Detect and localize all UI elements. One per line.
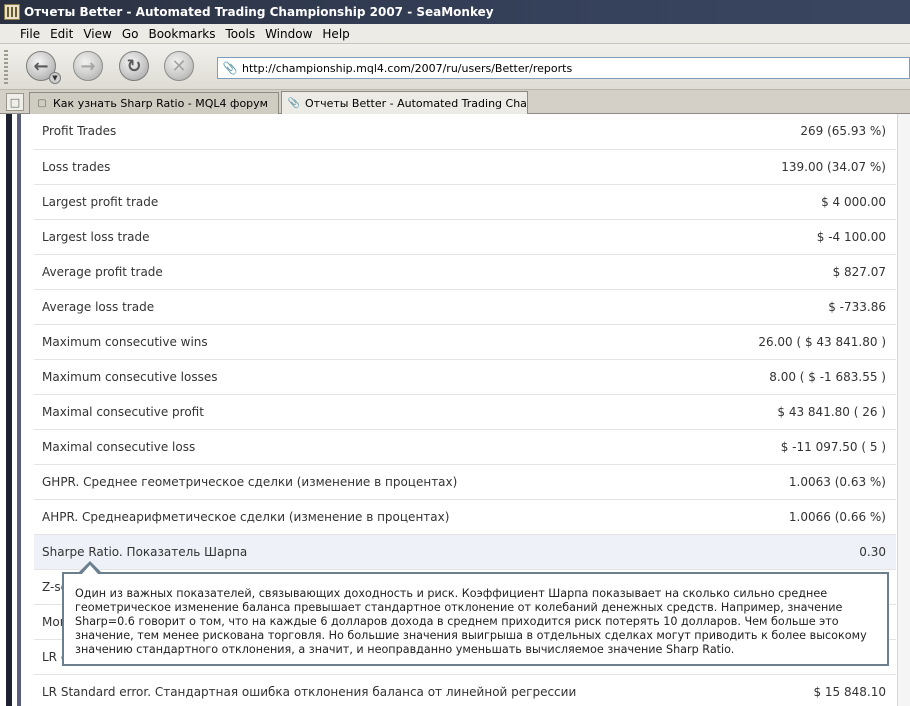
menu-file[interactable]: File xyxy=(15,27,45,41)
page-content: Profit Trades 269 (65.93 %) Loss trades … xyxy=(0,114,910,706)
table-row: AHPR. Среднеарифметическое сделки (измен… xyxy=(34,499,896,535)
stat-value: $ -11 097.50 ( 5 ) xyxy=(715,429,896,465)
stat-value: 1.0063 (0.63 %) xyxy=(715,464,896,500)
table-row-hovered[interactable]: Sharpe Ratio. Показатель Шарпа 0.30 xyxy=(34,534,896,570)
table-row: Maximum consecutive losses 8.00 ( $ -1 6… xyxy=(34,359,896,395)
tab-label: Отчеты Better - Automated Trading Cham..… xyxy=(305,97,528,110)
left-dark-stripe xyxy=(6,114,12,706)
reload-button[interactable]: ↻ xyxy=(119,51,149,81)
stat-label: Loss trades xyxy=(34,149,716,185)
stat-value: 139.00 (34.07 %) xyxy=(715,149,896,185)
title-bar: Отчеты Better - Automated Trading Champi… xyxy=(0,0,910,24)
menu-edit[interactable]: Edit xyxy=(45,27,78,41)
tab-page-icon: ▢ xyxy=(37,98,47,109)
toolbar-grip[interactable] xyxy=(4,50,8,84)
stat-value: $ -733.86 xyxy=(715,289,896,325)
page-icon: 📎 xyxy=(222,61,238,75)
stat-value: $ 15 848.10 xyxy=(715,674,896,706)
stat-value: 26.00 ( $ 43 841.80 ) xyxy=(715,324,896,360)
stat-label: Profit Trades xyxy=(34,114,716,150)
menu-bar: File Edit View Go Bookmarks Tools Window… xyxy=(0,24,910,44)
stat-label: Average profit trade xyxy=(34,254,716,290)
table-row: Maximal consecutive loss $ -11 097.50 ( … xyxy=(34,429,896,465)
new-tab-icon[interactable]: □ xyxy=(6,93,24,111)
forward-arrow-icon: → xyxy=(80,55,96,77)
table-row: Largest loss trade $ -4 100.00 xyxy=(34,219,896,255)
back-dropdown-icon[interactable]: ▼ xyxy=(49,72,61,84)
stat-value: 0.30 xyxy=(715,534,896,570)
stop-icon: ✕ xyxy=(171,55,187,77)
stat-label: LR Standard error. Стандартная ошибка от… xyxy=(34,674,716,706)
stat-label: Maximal consecutive loss xyxy=(34,429,716,465)
table-row: Largest profit trade $ 4 000.00 xyxy=(34,184,896,220)
tab-page-icon: 📎 xyxy=(287,98,301,109)
app-icon xyxy=(4,4,20,20)
tab-bar: □ ▢ Как узнать Sharp Ratio - MQL4 форум … xyxy=(0,90,910,115)
menu-view[interactable]: View xyxy=(78,27,116,41)
menu-go[interactable]: Go xyxy=(117,27,144,41)
stat-value: $ 43 841.80 ( 26 ) xyxy=(715,394,896,430)
navigation-toolbar: ← ▼ → ↻ ✕ 📎 xyxy=(0,44,910,90)
table-row: Maximum consecutive wins 26.00 ( $ 43 84… xyxy=(34,324,896,360)
tab-better-reports[interactable]: 📎 Отчеты Better - Automated Trading Cham… xyxy=(281,91,528,115)
url-bar[interactable]: 📎 xyxy=(217,57,910,79)
stop-button[interactable]: ✕ xyxy=(164,51,194,81)
stat-label: Sharpe Ratio. Показатель Шарпа xyxy=(34,534,716,570)
vertical-scrollbar[interactable] xyxy=(897,114,910,706)
menu-bookmarks[interactable]: Bookmarks xyxy=(143,27,220,41)
forward-button[interactable]: → xyxy=(73,51,103,81)
reload-icon: ↻ xyxy=(126,55,142,77)
back-arrow-icon: ← xyxy=(33,55,49,77)
window-title: Отчеты Better - Automated Trading Champi… xyxy=(24,5,494,19)
back-button[interactable]: ← ▼ xyxy=(26,51,61,84)
url-input[interactable] xyxy=(242,61,902,75)
stat-label: Average loss trade xyxy=(34,289,716,325)
stat-label: Maximum consecutive wins xyxy=(34,324,716,360)
table-row: Profit Trades 269 (65.93 %) xyxy=(34,114,896,150)
stat-label: Maximum consecutive losses xyxy=(34,359,716,395)
table-row: Maximal consecutive profit $ 43 841.80 (… xyxy=(34,394,896,430)
stat-value: 269 (65.93 %) xyxy=(715,114,896,150)
tab-sharp-ratio-forum[interactable]: ▢ Как узнать Sharp Ratio - MQL4 форум xyxy=(29,92,279,114)
stat-label: AHPR. Среднеарифметическое сделки (измен… xyxy=(34,499,716,535)
table-row: Average loss trade $ -733.86 xyxy=(34,289,896,325)
stat-label: Largest loss trade xyxy=(34,219,716,255)
left-decoration xyxy=(0,114,34,706)
tab-label: Как узнать Sharp Ratio - MQL4 форум xyxy=(53,97,268,110)
stat-value: $ 4 000.00 xyxy=(715,184,896,220)
table-row: Loss trades 139.00 (34.07 %) xyxy=(34,149,896,185)
stat-label: Maximal consecutive profit xyxy=(34,394,716,430)
menu-help[interactable]: Help xyxy=(317,27,354,41)
table-row: LR Standard error. Стандартная ошибка от… xyxy=(34,674,896,706)
menu-window[interactable]: Window xyxy=(260,27,317,41)
stat-value: 8.00 ( $ -1 683.55 ) xyxy=(715,359,896,395)
table-row: GHPR. Среднее геометрическое сделки (изм… xyxy=(34,464,896,500)
tooltip-text: Один из важных показателей, связывающих … xyxy=(75,587,867,656)
stat-value: 1.0066 (0.66 %) xyxy=(715,499,896,535)
stat-value: $ 827.07 xyxy=(715,254,896,290)
stat-label: Largest profit trade xyxy=(34,184,716,220)
sharpe-ratio-tooltip: Один из важных показателей, связывающих … xyxy=(62,561,889,666)
stat-label: GHPR. Среднее геометрическое сделки (изм… xyxy=(34,464,716,500)
menu-tools[interactable]: Tools xyxy=(221,27,261,41)
stat-value: $ -4 100.00 xyxy=(715,219,896,255)
left-light-stripe xyxy=(17,114,21,706)
table-row: Average profit trade $ 827.07 xyxy=(34,254,896,290)
